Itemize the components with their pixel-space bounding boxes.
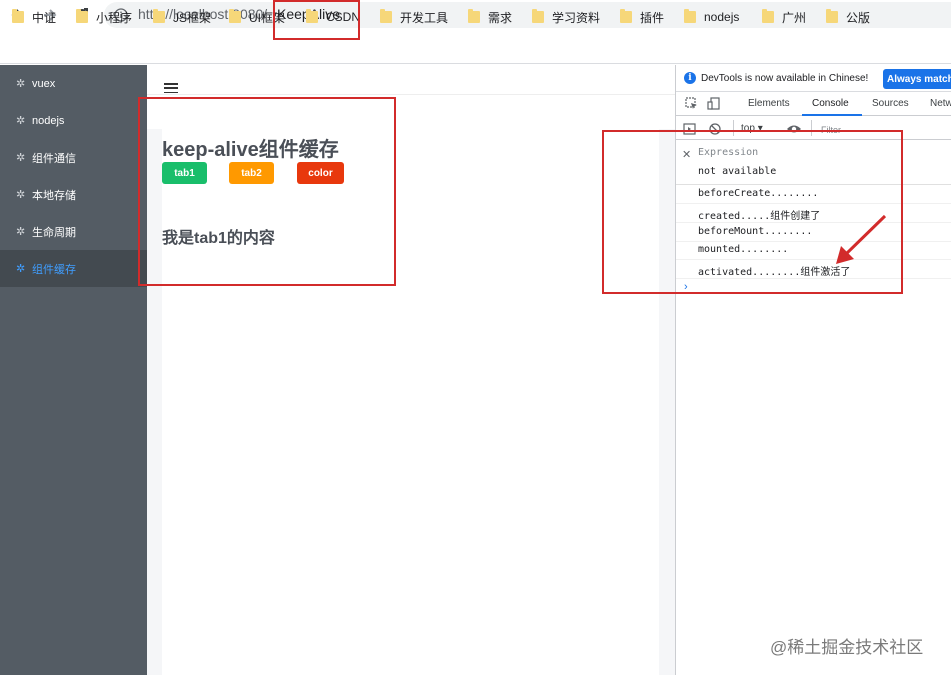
hamburger-menu-icon[interactable] bbox=[164, 83, 178, 93]
bookmarks-bar bbox=[0, 30, 951, 64]
sidebar-item-vuex[interactable]: ✲ vuex bbox=[0, 65, 147, 102]
annotation-box-content bbox=[138, 97, 396, 286]
device-toolbar-icon[interactable] bbox=[706, 96, 720, 110]
active-tab-indicator bbox=[802, 114, 862, 116]
sidebar-item-component-communication[interactable]: ✲ 组件通信 bbox=[0, 139, 147, 176]
bookmark-item[interactable]: 广州 bbox=[762, 8, 806, 26]
inspect-element-icon[interactable] bbox=[684, 96, 698, 110]
tab-elements[interactable]: Elements bbox=[748, 98, 790, 109]
sidebar-item-local-storage[interactable]: ✲ 本地存储 bbox=[0, 176, 147, 213]
bookmark-item[interactable]: nodejs bbox=[684, 8, 739, 26]
folder-icon bbox=[684, 9, 696, 23]
sidebar-item-component-cache[interactable]: ✲ 组件缓存 bbox=[0, 250, 147, 287]
annotation-box-url bbox=[273, 0, 360, 40]
always-match-button[interactable]: Always match bbox=[883, 69, 951, 89]
bookmark-item[interactable]: 开发工具 bbox=[380, 8, 448, 26]
folder-icon bbox=[229, 9, 241, 23]
tab-console[interactable]: Console bbox=[812, 98, 849, 109]
folder-icon bbox=[153, 9, 165, 23]
bookmark-item[interactable]: JS框架 bbox=[153, 8, 211, 26]
folder-icon bbox=[76, 9, 88, 23]
sidebar-item-lifecycle[interactable]: ✲ 生命周期 bbox=[0, 213, 147, 250]
bookmark-item[interactable]: 插件 bbox=[620, 8, 664, 26]
bookmark-item[interactable]: 中证 bbox=[12, 8, 56, 26]
bookmark-item[interactable]: 小程序 bbox=[76, 8, 132, 26]
gear-icon: ✲ bbox=[16, 226, 26, 238]
watermark: @稀土掘金技术社区 bbox=[770, 638, 924, 657]
annotation-arrow-icon bbox=[836, 214, 887, 264]
tab-network[interactable]: Netw bbox=[930, 98, 951, 109]
folder-icon bbox=[532, 9, 544, 23]
bookmark-item[interactable]: 学习资料 bbox=[532, 8, 600, 26]
gear-icon: ✲ bbox=[16, 152, 26, 164]
folder-icon bbox=[620, 9, 632, 23]
folder-icon bbox=[468, 9, 480, 23]
folder-icon bbox=[12, 9, 24, 23]
gear-icon: ✲ bbox=[16, 115, 26, 127]
tab-sources[interactable]: Sources bbox=[872, 98, 909, 109]
sidebar-item-nodejs[interactable]: ✲ nodejs bbox=[0, 102, 147, 139]
folder-icon bbox=[380, 9, 392, 23]
gear-icon: ✲ bbox=[16, 189, 26, 201]
info-icon: i bbox=[684, 72, 696, 84]
folder-icon bbox=[826, 9, 838, 23]
devtools-notice-text: DevTools is now available in Chinese! bbox=[701, 73, 869, 84]
folder-icon bbox=[762, 9, 774, 23]
gear-icon: ✲ bbox=[16, 78, 26, 90]
gear-icon: ✲ bbox=[16, 263, 26, 275]
top-navbar bbox=[147, 65, 675, 95]
bookmark-item[interactable]: 公版 bbox=[826, 8, 870, 26]
bookmark-item[interactable]: 需求 bbox=[468, 8, 512, 26]
